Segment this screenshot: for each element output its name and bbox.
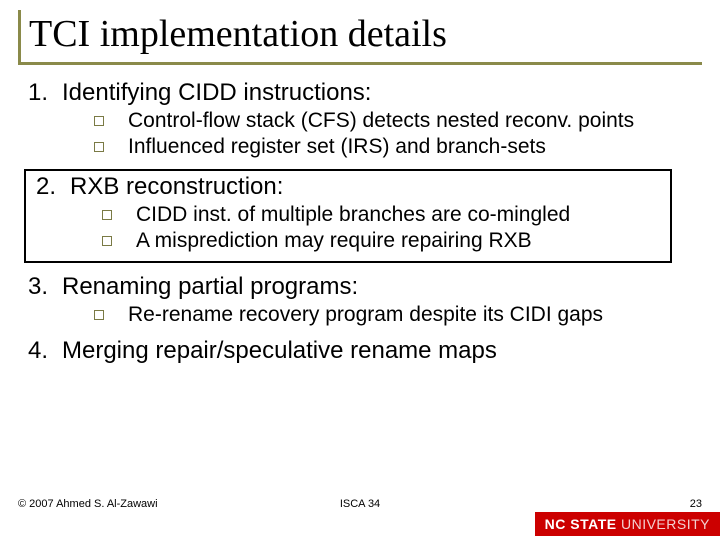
brand-badge: NC STATE UNIVERSITY xyxy=(535,512,720,536)
square-bullet-icon xyxy=(94,116,104,126)
brand-text-a: NC STATE xyxy=(545,516,617,532)
sub-list: Control-flow stack (CFS) detects nested … xyxy=(24,109,702,159)
sub-item: Re-rename recovery program despite its C… xyxy=(94,303,702,327)
sub-text: Re-rename recovery program despite its C… xyxy=(128,303,603,327)
sub-item: CIDD inst. of multiple branches are co-m… xyxy=(102,203,664,227)
square-bullet-icon xyxy=(94,310,104,320)
list-number: 4. xyxy=(24,337,48,365)
brand-text-b: UNIVERSITY xyxy=(617,516,710,532)
sub-text: Influenced register set (IRS) and branch… xyxy=(128,135,546,159)
sub-item: A misprediction may require repairing RX… xyxy=(102,229,664,253)
sub-list: CIDD inst. of multiple branches are co-m… xyxy=(32,203,664,253)
footer-page-number: 23 xyxy=(690,498,702,510)
list-item: 2. RXB reconstruction: xyxy=(32,173,664,201)
list-item: 4. Merging repair/speculative rename map… xyxy=(24,337,702,365)
slide: TCI implementation details 1. Identifyin… xyxy=(0,0,720,540)
content-area: 1. Identifying CIDD instructions: Contro… xyxy=(18,79,702,365)
list-text: Renaming partial programs: xyxy=(62,273,358,301)
sub-list: Re-rename recovery program despite its C… xyxy=(24,303,702,327)
list-text: RXB reconstruction: xyxy=(70,173,283,201)
title-container: TCI implementation details xyxy=(18,10,702,65)
sub-text: A misprediction may require repairing RX… xyxy=(136,229,532,253)
highlight-box: 2. RXB reconstruction: CIDD inst. of mul… xyxy=(24,169,672,263)
list-number: 2. xyxy=(32,173,56,201)
footer-left: © 2007 Ahmed S. Al-Zawawi xyxy=(18,498,158,510)
sub-item: Influenced register set (IRS) and branch… xyxy=(94,135,702,159)
square-bullet-icon xyxy=(94,142,104,152)
footer: © 2007 Ahmed S. Al-Zawawi ISCA 34 23 xyxy=(18,498,702,510)
list-item: 1. Identifying CIDD instructions: xyxy=(24,79,702,107)
footer-center: ISCA 34 xyxy=(340,498,380,510)
slide-title: TCI implementation details xyxy=(29,12,702,56)
sub-text: CIDD inst. of multiple branches are co-m… xyxy=(136,203,570,227)
sub-text: Control-flow stack (CFS) detects nested … xyxy=(128,109,634,133)
list-number: 3. xyxy=(24,273,48,301)
list-text: Merging repair/speculative rename maps xyxy=(62,337,497,365)
list-item: 3. Renaming partial programs: xyxy=(24,273,702,301)
sub-item: Control-flow stack (CFS) detects nested … xyxy=(94,109,702,133)
square-bullet-icon xyxy=(102,236,112,246)
list-text: Identifying CIDD instructions: xyxy=(62,79,371,107)
square-bullet-icon xyxy=(102,210,112,220)
list-number: 1. xyxy=(24,79,48,107)
